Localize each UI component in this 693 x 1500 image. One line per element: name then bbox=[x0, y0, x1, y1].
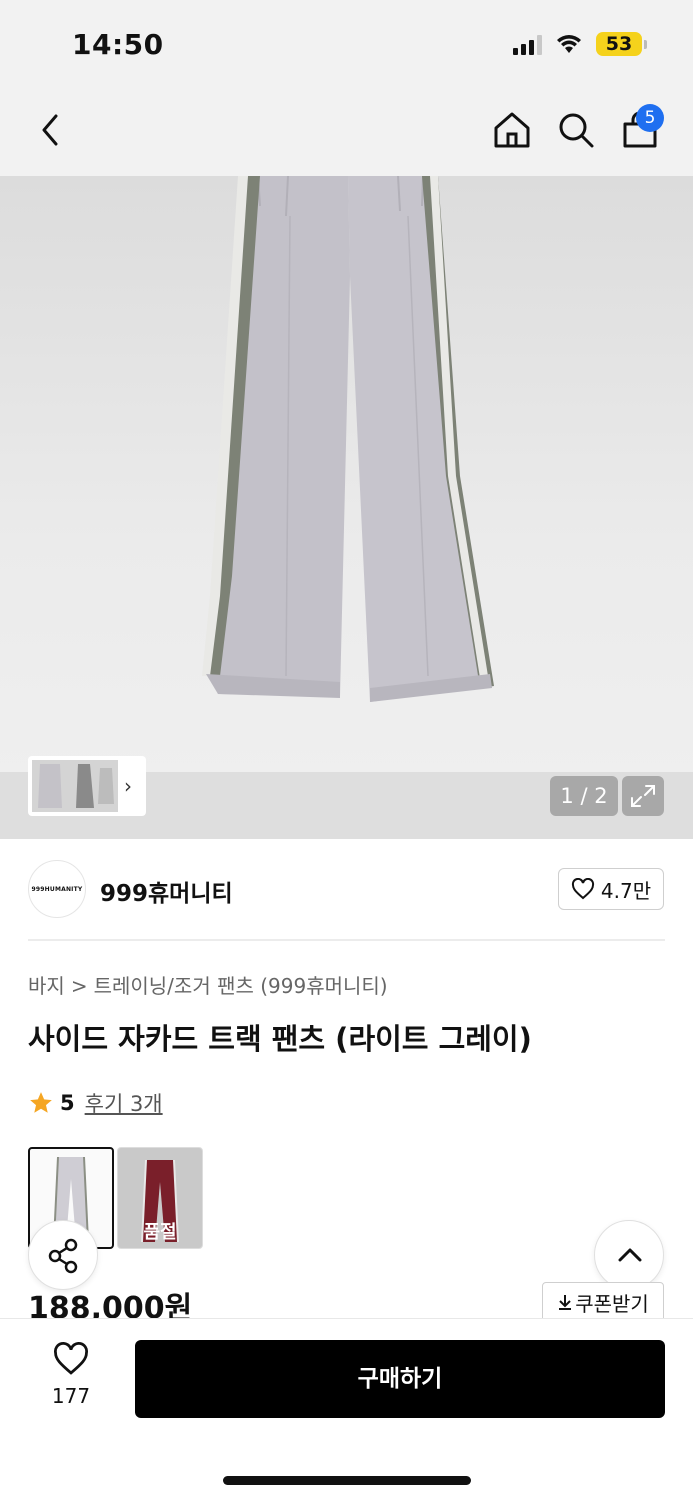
status-time: 14:50 bbox=[72, 28, 164, 61]
thumbnail-strip[interactable]: › bbox=[28, 756, 146, 816]
rating-score: 5 bbox=[60, 1091, 75, 1115]
home-icon[interactable] bbox=[492, 110, 532, 150]
brand-name[interactable]: 999휴머니티 bbox=[100, 874, 233, 908]
rating: 5 후기 3개 bbox=[28, 1088, 163, 1118]
chevron-right-icon[interactable]: › bbox=[124, 774, 132, 798]
product-image bbox=[202, 176, 494, 702]
cart-badge: 5 bbox=[636, 104, 664, 132]
product-image-gallery[interactable]: › 1 / 2 bbox=[0, 176, 693, 839]
wish-button[interactable]: 177 bbox=[36, 1342, 106, 1408]
brand-like-button[interactable]: 4.7만 bbox=[558, 868, 664, 910]
coupon-button[interactable]: 쿠폰받기 bbox=[542, 1282, 664, 1322]
back-icon[interactable] bbox=[32, 110, 72, 150]
share-icon bbox=[48, 1238, 78, 1274]
reviews-link[interactable]: 후기 3개 bbox=[85, 1088, 163, 1118]
buy-button[interactable]: 구매하기 bbox=[135, 1340, 665, 1418]
star-icon bbox=[30, 1092, 52, 1113]
chevron-up-icon bbox=[618, 1248, 642, 1262]
brand-logo[interactable]: 999HUMANITY bbox=[28, 860, 86, 918]
option-burgundy[interactable]: 품절 bbox=[117, 1147, 203, 1249]
breadcrumb-category[interactable]: 바지 bbox=[28, 974, 65, 998]
wish-count: 177 bbox=[51, 1384, 91, 1408]
wifi-icon bbox=[557, 35, 581, 53]
breadcrumb: 바지 > 트레이닝/조거 팬츠 (999휴머니티) bbox=[28, 974, 388, 998]
thumbnail-image[interactable] bbox=[32, 760, 118, 812]
signal-icon bbox=[513, 33, 542, 55]
battery-icon: 53 bbox=[596, 32, 647, 56]
breadcrumb-subcategory[interactable]: 트레이닝/조거 팬츠 (999휴머니티) bbox=[94, 974, 388, 998]
search-icon[interactable] bbox=[556, 110, 596, 150]
soldout-label: 품절 bbox=[143, 1222, 177, 1243]
divider bbox=[28, 939, 665, 941]
status-bar: 14:50 53 bbox=[0, 0, 693, 90]
heart-icon bbox=[571, 878, 594, 900]
status-icons: 53 bbox=[513, 32, 647, 56]
expand-button[interactable] bbox=[622, 776, 664, 816]
share-button[interactable] bbox=[28, 1220, 98, 1290]
page-counter: 1 / 2 bbox=[550, 776, 618, 816]
home-indicator bbox=[223, 1476, 471, 1485]
expand-icon bbox=[631, 785, 655, 807]
battery-level: 53 bbox=[596, 32, 642, 56]
heart-icon bbox=[54, 1342, 88, 1375]
download-icon bbox=[559, 1295, 572, 1310]
brand-like-count: 4.7만 bbox=[600, 878, 652, 903]
coupon-label: 쿠폰받기 bbox=[575, 1291, 649, 1316]
product-title: 사이드 자카드 트랙 팬츠 (라이트 그레이) bbox=[28, 1022, 532, 1056]
scroll-top-button[interactable] bbox=[594, 1220, 664, 1290]
